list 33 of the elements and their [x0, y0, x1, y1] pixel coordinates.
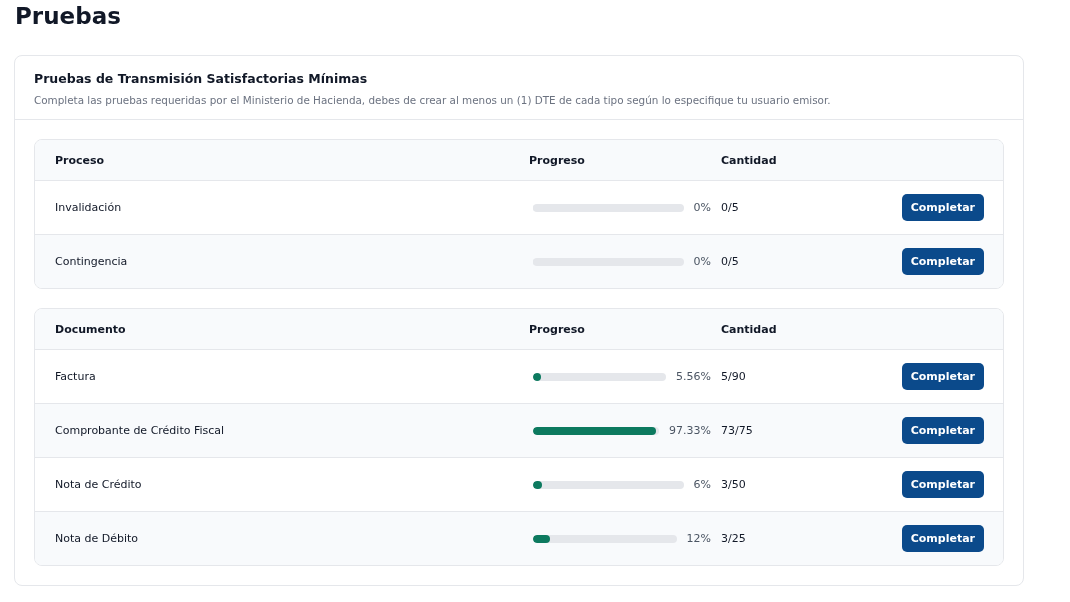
progress-percent: 0%: [693, 201, 711, 214]
table-cell: 0/5: [721, 201, 739, 214]
complete-button[interactable]: Completar: [901, 471, 984, 498]
card-title: Pruebas de Transmisión Satisfactorias Mínimas: [34, 71, 369, 86]
table-cell: Nota de Crédito: [55, 478, 142, 491]
table-cell: 0/5: [721, 255, 739, 268]
column-header: Cantidad: [721, 322, 777, 336]
table-cell: Contingencia: [55, 255, 128, 268]
complete-button[interactable]: Completar: [901, 417, 984, 444]
table-cell: 5/90: [721, 370, 746, 383]
column-header: Cantidad: [721, 153, 777, 167]
progress-percent: 6%: [693, 478, 711, 491]
column-header: Documento: [55, 322, 126, 336]
progress-percent: 5.56%: [676, 370, 711, 383]
complete-button[interactable]: Completar: [901, 363, 984, 390]
complete-button[interactable]: Completar: [901, 248, 984, 275]
card-description: Completa las pruebas requeridas por el Ministerio de Hacienda, debes de crear al menos un (1) DTE de cada tipo según lo especifique tu usuario emisor.: [34, 94, 832, 106]
table-cell: 73/75: [721, 424, 753, 437]
column-header: Progreso: [529, 322, 585, 336]
table-cell: 3/25: [721, 532, 746, 545]
column-header: Progreso: [529, 153, 585, 167]
complete-button[interactable]: Completar: [901, 194, 984, 221]
complete-button[interactable]: Completar: [901, 525, 984, 552]
table-cell: Nota de Débito: [55, 532, 139, 545]
table-cell: Invalidación: [55, 201, 122, 214]
table-cell: 3/50: [721, 478, 746, 491]
progress-percent: 0%: [693, 255, 711, 268]
progress-percent: 12%: [686, 532, 711, 545]
progress-percent: 97.33%: [669, 424, 711, 437]
page-title: Pruebas: [14, 2, 121, 31]
table-cell: Comprobante de Crédito Fiscal: [55, 424, 225, 437]
column-header: Proceso: [55, 153, 105, 167]
table-cell: Factura: [55, 370, 96, 383]
